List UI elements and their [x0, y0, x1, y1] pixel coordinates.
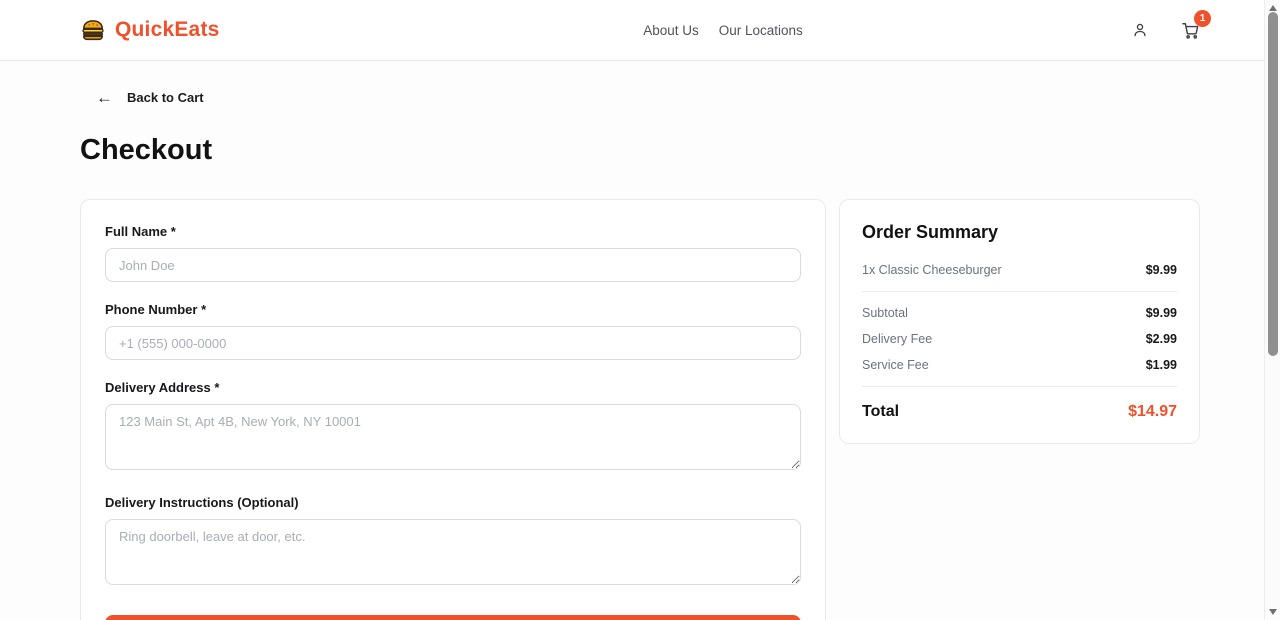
nav-about-us[interactable]: About Us [643, 23, 699, 38]
subtotal-row: Subtotal $9.99 [862, 306, 1177, 320]
order-summary-card: Order Summary 1x Classic Cheeseburger $9… [839, 199, 1200, 444]
service-fee-row: Service Fee $1.99 [862, 358, 1177, 372]
nav-our-locations[interactable]: Our Locations [719, 23, 803, 38]
account-button[interactable] [1131, 21, 1149, 39]
back-arrow-icon: ← [96, 88, 113, 107]
service-fee-label: Service Fee [862, 358, 929, 372]
phone-number-field-group: Phone Number * [105, 302, 801, 360]
summary-divider [862, 386, 1177, 387]
cart-count-badge: 1 [1194, 9, 1211, 27]
delivery-address-label: Delivery Address * [105, 380, 220, 395]
total-value: $14.97 [1128, 403, 1177, 420]
phone-number-input[interactable] [105, 326, 801, 360]
order-item-price: $9.99 [1145, 263, 1177, 277]
delivery-fee-label: Delivery Fee [862, 332, 933, 346]
main-content: ← Back to Cart Checkout Full Name * Phon… [80, 61, 1200, 620]
place-order-button[interactable]: Place Order - $14.97 [105, 615, 801, 620]
phone-number-label: Phone Number * [105, 302, 207, 317]
subtotal-value: $9.99 [1145, 306, 1177, 320]
person-icon [1134, 23, 1146, 37]
brand-logo[interactable]: QuickEats [80, 17, 220, 43]
full-name-field-group: Full Name * [105, 224, 801, 282]
cart-button[interactable]: 1 [1181, 9, 1211, 40]
burger-icon [82, 20, 104, 41]
order-item-name: 1x Classic Cheeseburger [862, 263, 1002, 277]
subtotal-label: Subtotal [862, 306, 908, 320]
delivery-fee-row: Delivery Fee $2.99 [862, 332, 1177, 346]
full-name-label: Full Name * [105, 224, 176, 239]
order-item-row: 1x Classic Cheeseburger $9.99 [862, 263, 1177, 277]
total-row: Total $14.97 [862, 403, 1177, 421]
delivery-instructions-label: Delivery Instructions (Optional) [105, 495, 299, 510]
back-to-cart-label: Back to Cart [127, 90, 204, 105]
total-label: Total [862, 403, 900, 420]
scrollbar-thumb[interactable] [1268, 12, 1278, 356]
checkout-form-card: Full Name * Phone Number * Delivery Addr… [80, 199, 826, 620]
full-name-input[interactable] [105, 248, 801, 282]
delivery-instructions-field-group: Delivery Instructions (Optional) [105, 495, 801, 590]
vertical-scrollbar[interactable] [1264, 0, 1280, 620]
page-title: Checkout [80, 134, 213, 166]
delivery-instructions-textarea[interactable] [105, 519, 801, 585]
delivery-fee-value: $2.99 [1145, 332, 1177, 346]
order-summary-title: Order Summary [862, 222, 999, 242]
scrollbar-up-arrow[interactable] [1269, 5, 1277, 11]
main-nav: About Us Our Locations [643, 23, 803, 38]
summary-divider [862, 291, 1177, 292]
scrollbar-down-arrow[interactable] [1269, 609, 1277, 615]
brand-name: QuickEats [115, 18, 220, 41]
delivery-address-field-group: Delivery Address * [105, 380, 801, 475]
back-to-cart-link[interactable]: ← Back to Cart [96, 89, 204, 106]
service-fee-value: $1.99 [1145, 358, 1177, 372]
header: QuickEats About Us Our Locations 1 [0, 0, 1280, 61]
delivery-address-textarea[interactable] [105, 404, 801, 470]
